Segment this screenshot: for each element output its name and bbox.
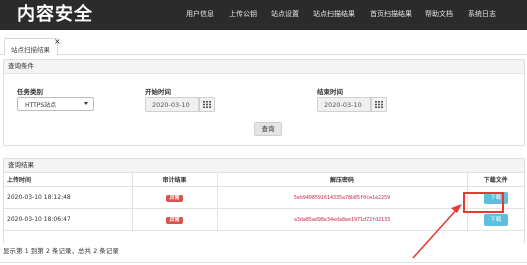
end-date-picker-button[interactable] (371, 97, 387, 112)
nav-site-settings[interactable]: 站点设置 (271, 8, 299, 20)
tab-label: 站点扫描结果 (11, 46, 50, 54)
start-date-field[interactable]: 2020-03-10 (145, 97, 199, 112)
start-date-value: 2020-03-10 (152, 101, 190, 109)
audit-result-cell: 异常 (132, 186, 218, 209)
status-badge: 异常 (166, 194, 183, 202)
password-cell: a3da85ad98e34eda8ee1971d72fd2133 (217, 208, 468, 231)
close-icon[interactable]: × (54, 38, 61, 46)
query-button[interactable]: 查询 (254, 122, 282, 136)
start-time-label: 开始时间 (145, 88, 171, 96)
query-panel: 查询条件 任务类别 HTTPS站点 开始时间 2020-03-10 结束时间 2… (3, 59, 525, 146)
results-panel-title: 查询结果 (4, 159, 524, 173)
results-panel: 查询结果 上传时间 审计结果 解压密码 下载文件 2020-03-10 18:1… (3, 158, 525, 244)
column-header-unzip-password: 解压密码 (217, 173, 468, 187)
start-date-picker-button[interactable] (199, 97, 215, 112)
divider (0, 262, 527, 263)
tab-site-scan-results[interactable]: 站点扫描结果 × (4, 38, 61, 55)
upload-time-cell: 2020-03-10 18:06:47 (4, 208, 133, 231)
table-header-row: 上传时间 审计结果 解压密码 下载文件 (4, 173, 524, 187)
table-row: 2020-03-10 18:12:48 异常 5eb9408591614335a… (4, 186, 524, 209)
task-type-label: 任务类别 (17, 88, 43, 96)
nav-help-docs[interactable]: 帮助文档 (425, 8, 453, 20)
nav-upload-key[interactable]: 上传公钥 (229, 8, 257, 20)
nav-home-scan-results[interactable]: 首页扫描结果 (370, 8, 412, 20)
end-date-field[interactable]: 2020-03-10 (317, 97, 371, 112)
tab-strip: 站点扫描结果 × (0, 36, 527, 55)
task-type-value: HTTPS站点 (25, 102, 57, 109)
annotation-highlight-box (463, 192, 504, 213)
task-type-select[interactable]: HTTPS站点 (17, 97, 94, 111)
column-header-audit-result: 审计结果 (132, 173, 218, 187)
unzip-password: 5eb9408591614335a78b85f0ce1e2259 (293, 195, 391, 201)
audit-result-cell: 异常 (132, 208, 218, 231)
nav-site-scan-results[interactable]: 站点扫描结果 (313, 8, 355, 20)
end-date-value: 2020-03-10 (324, 101, 362, 109)
nav-system-log[interactable]: 系统日志 (468, 8, 496, 20)
calendar-icon (203, 101, 211, 108)
end-time-label: 结束时间 (317, 88, 343, 96)
pagination-summary: 显示第 1 到第 2 条记录，总共 2 条记录 (3, 247, 119, 255)
table-row: 2020-03-10 18:06:47 异常 a3da85ad98e34eda8… (4, 208, 524, 231)
calendar-icon (375, 101, 383, 108)
download-button[interactable]: 下载 (483, 213, 508, 226)
query-panel-title: 查询条件 (4, 60, 524, 74)
upload-time-cell: 2020-03-10 18:12:48 (4, 186, 133, 209)
status-badge: 异常 (166, 216, 183, 224)
brand-logo[interactable]: 内容安全 (17, 2, 93, 28)
unzip-password: a3da85ad98e34eda8ee1971d72fd2133 (293, 217, 391, 223)
password-cell: 5eb9408591614335a78b85f0ce1e2259 (217, 186, 468, 209)
column-header-download-file: 下载文件 (467, 173, 524, 187)
results-table: 上传时间 审计结果 解压密码 下载文件 2020-03-10 18:12:48 … (4, 173, 524, 231)
chevron-down-icon (84, 102, 88, 105)
column-header-upload-time: 上传时间 (4, 173, 133, 187)
nav-user-info[interactable]: 用户信息 (186, 8, 214, 20)
top-navbar: 内容安全 用户信息 上传公钥 站点设置 站点扫描结果 首页扫描结果 帮助文档 系… (0, 0, 527, 30)
